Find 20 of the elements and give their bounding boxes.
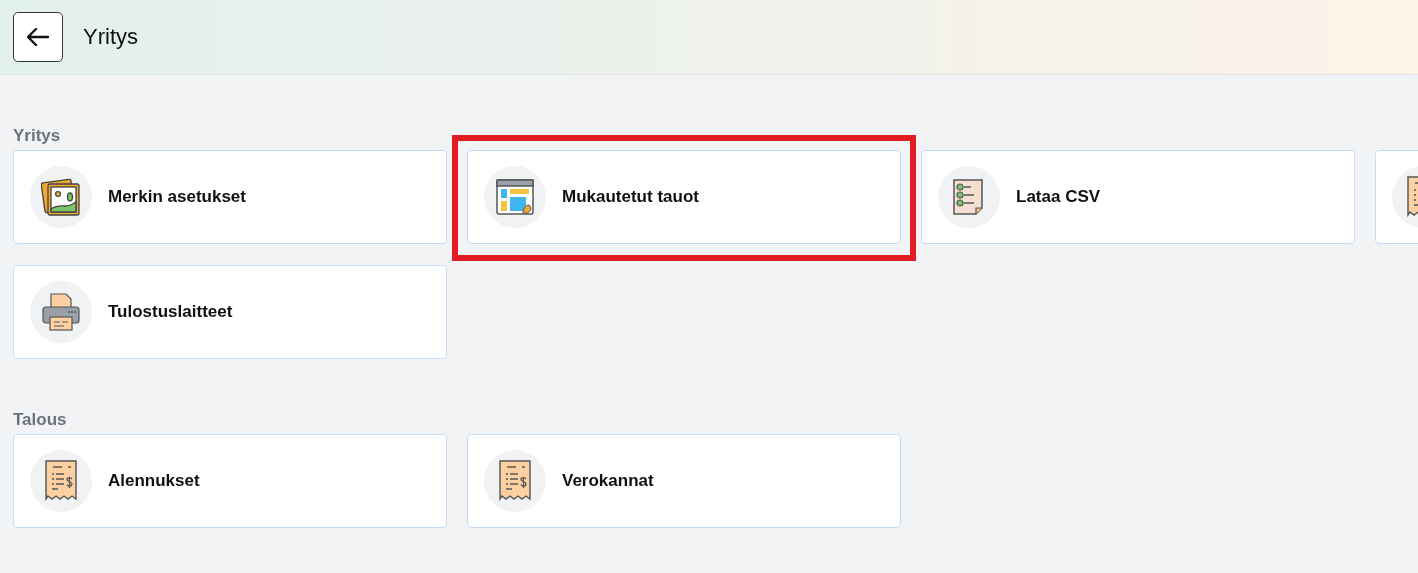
settings-card[interactable]: Lataa CSV [921, 150, 1355, 244]
card-label: Alennukset [108, 471, 200, 491]
page-title: Yritys [83, 24, 138, 50]
pictures-icon [41, 177, 81, 217]
card-label: Lataa CSV [1016, 187, 1101, 207]
settings-card[interactable]: Tulostuslaitteet [13, 265, 447, 359]
card-label: Verokannat [562, 471, 654, 491]
layout-icon [495, 177, 535, 217]
back-button[interactable] [13, 12, 63, 62]
settings-card[interactable]: Mukautetut tauot [467, 150, 901, 244]
section-title: Talous [13, 410, 68, 431]
card-label: Merkin asetukset [108, 187, 246, 207]
section-title: Yritys [13, 126, 62, 147]
settings-card[interactable]: Alennukset [13, 434, 447, 528]
settings-card[interactable]: Verokannat [467, 434, 901, 528]
card-label: Tulostuslaitteet [108, 302, 233, 322]
settings-card[interactable]: Merkin asetukset [13, 150, 447, 244]
printer-icon [41, 292, 81, 332]
card-label: Mukautetut tauot [562, 187, 699, 207]
back-arrow-icon [27, 28, 49, 46]
